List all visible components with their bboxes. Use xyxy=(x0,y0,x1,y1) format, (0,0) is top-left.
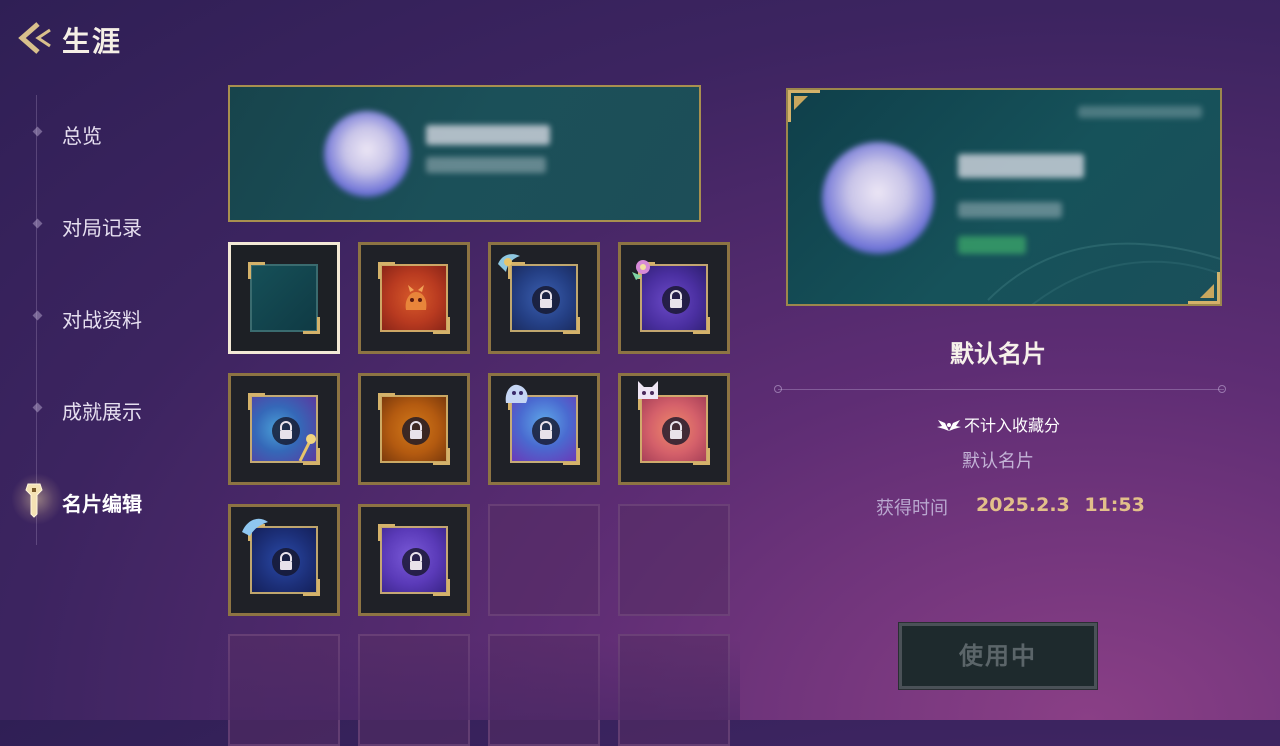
fox-icon xyxy=(638,381,658,399)
card-thumbnail xyxy=(242,518,320,596)
empty-card-slot xyxy=(358,634,470,746)
back-arrow-icon xyxy=(18,22,51,54)
lock-icon xyxy=(532,286,560,314)
card-name: 默认名片 xyxy=(950,340,1046,368)
collection-note: 不计入收藏分 xyxy=(786,412,1210,436)
empty-card-slot xyxy=(488,634,600,746)
nav-dot-icon xyxy=(32,126,43,137)
empty-card-slot xyxy=(488,504,600,616)
lock-icon xyxy=(272,417,300,445)
collection-note-text: 不计入收藏分 xyxy=(963,416,1060,435)
player-name-blurred xyxy=(958,154,1084,178)
corner-ornament xyxy=(378,524,395,541)
in-use-button[interactable]: 使用中 xyxy=(898,622,1098,690)
sidebar-item-overview[interactable]: 总览 xyxy=(32,112,204,152)
lock-icon xyxy=(532,417,560,445)
empty-card-slot xyxy=(618,634,730,746)
sidebar-item-label: 对局记录 xyxy=(62,216,142,240)
obtain-time-value: 2025.2.3 11:53 xyxy=(976,494,1145,516)
avatar xyxy=(324,111,410,197)
current-card-banner xyxy=(228,85,701,222)
corner-ornament xyxy=(303,579,320,596)
corner-ornament xyxy=(248,262,265,279)
corner-ornament xyxy=(378,262,395,279)
spirit-icon xyxy=(505,384,528,403)
card-tile-red-orange[interactable] xyxy=(358,242,470,354)
card-thumbnail xyxy=(378,393,450,465)
key-icon xyxy=(25,483,43,518)
card-tile-teal-default[interactable] xyxy=(228,242,340,354)
corner-ornament xyxy=(248,393,265,410)
player-info-blurred xyxy=(958,202,1062,218)
corner-ornament xyxy=(433,448,450,465)
card-tile-violet-galaxy[interactable] xyxy=(358,504,470,616)
avatar xyxy=(822,142,934,254)
card-tile-pink-coral[interactable] xyxy=(618,373,730,485)
corner-ornament xyxy=(563,448,580,465)
creature-icon xyxy=(405,285,427,310)
card-tile-blue-ornate[interactable] xyxy=(488,242,600,354)
sidebar-item-achievements[interactable]: 成就展示 xyxy=(32,388,204,428)
card-description: 默认名片 xyxy=(962,451,1034,472)
lock-icon xyxy=(662,417,690,445)
player-info-blurred xyxy=(426,157,546,173)
divider xyxy=(778,389,1224,390)
divider-end-left xyxy=(774,385,782,393)
rank-badge-blurred xyxy=(958,236,1026,254)
card-thumbnail xyxy=(378,262,450,334)
card-thumbnail xyxy=(378,524,450,596)
top-right-text-blurred xyxy=(1078,106,1202,118)
card-preview xyxy=(786,88,1222,306)
corner-ornament xyxy=(563,317,580,334)
card-tile-purple-floral[interactable] xyxy=(618,242,730,354)
ornament-icon xyxy=(498,254,520,272)
back-button[interactable] xyxy=(14,18,56,58)
card-tile-blue-swirl-gold[interactable] xyxy=(228,373,340,485)
nav-dot-icon xyxy=(32,218,43,229)
card-tile-navy-wave[interactable] xyxy=(228,504,340,616)
nav-dot-icon xyxy=(32,310,43,321)
sidebar-item-label: 总览 xyxy=(62,124,102,148)
flower-icon xyxy=(632,260,650,280)
card-thumbnail xyxy=(498,254,580,334)
card-tile-blue-purple-spirit[interactable] xyxy=(488,373,600,485)
card-tile-amber[interactable] xyxy=(358,373,470,485)
lock-icon xyxy=(402,417,430,445)
lock-icon xyxy=(272,548,300,576)
corner-ornament xyxy=(433,579,450,596)
obtain-time-label: 获得时间 xyxy=(876,498,948,519)
collection-wings-icon xyxy=(936,420,961,431)
sidebar-item-match-history[interactable]: 对局记录 xyxy=(32,204,204,244)
card-thumbnail xyxy=(248,262,320,334)
divider-end-right xyxy=(1218,385,1226,393)
sidebar-item-label: 名片编辑 xyxy=(62,492,142,516)
card-thumbnail xyxy=(505,384,580,465)
card-thumbnail xyxy=(632,260,710,334)
lock-icon xyxy=(402,548,430,576)
lock-icon xyxy=(662,286,690,314)
sidebar-item-card-edit[interactable]: 名片编辑 xyxy=(12,472,204,526)
corner-ornament xyxy=(378,393,395,410)
sidebar-item-label: 成就展示 xyxy=(62,400,142,424)
empty-card-slot xyxy=(228,634,340,746)
corner-ornament xyxy=(693,448,710,465)
page-title: 生涯 xyxy=(62,25,123,58)
nav-dot-icon xyxy=(32,402,43,413)
player-name-blurred xyxy=(426,125,550,145)
sidebar-item-battle-stats[interactable]: 对战资料 xyxy=(32,296,204,336)
corner-ornament xyxy=(303,317,320,334)
corner-ornament xyxy=(693,317,710,334)
wave-ornament-icon xyxy=(242,518,268,536)
empty-card-slot xyxy=(618,504,730,616)
card-thumbnail xyxy=(638,381,710,465)
card-thumbnail xyxy=(248,393,320,465)
sidebar-item-label: 对战资料 xyxy=(62,308,142,332)
corner-ornament xyxy=(433,317,450,334)
